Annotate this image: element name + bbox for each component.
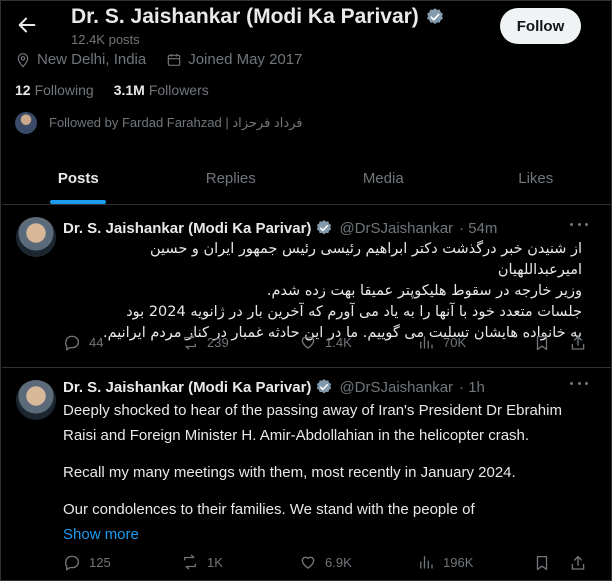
tweet-paragraph: Our condolences to their families. We st… bbox=[63, 501, 475, 518]
repost-count: 239 bbox=[207, 334, 229, 350]
follower-avatar bbox=[15, 112, 37, 134]
views-count: 196K bbox=[443, 554, 474, 570]
author-handle[interactable]: @DrSJaishankar bbox=[339, 379, 453, 396]
tweet-text: Deeply shocked to hear of the passing aw… bbox=[63, 398, 583, 547]
like-count: 6.9K bbox=[325, 554, 352, 570]
tab-likes[interactable]: Likes bbox=[460, 153, 612, 204]
profile-tabs: Posts Replies Media Likes bbox=[2, 153, 612, 205]
profile-header-title: Dr. S. Jaishankar (Modi Ka Parivar) bbox=[71, 5, 445, 29]
tweet-time[interactable]: · 1h bbox=[459, 379, 485, 396]
verified-badge-icon bbox=[317, 220, 332, 235]
tab-label: Media bbox=[362, 170, 404, 187]
verified-badge-icon bbox=[317, 379, 332, 394]
reply-icon bbox=[65, 335, 80, 351]
joined-item: Joined May 2017 bbox=[166, 51, 302, 68]
heart-icon bbox=[301, 336, 315, 349]
reply-count: 125 bbox=[89, 554, 111, 570]
followed-by-text: Followed by Fardad Farahzad | فرداد فرحز… bbox=[49, 115, 303, 130]
calendar-icon bbox=[167, 53, 181, 66]
following-label: Following bbox=[34, 82, 94, 98]
back-button[interactable] bbox=[13, 11, 41, 39]
more-options-icon[interactable] bbox=[570, 223, 588, 229]
tab-label: Posts bbox=[57, 170, 99, 187]
bookmark-icon[interactable] bbox=[533, 334, 551, 352]
tweet-paragraph: Deeply shocked to hear of the passing aw… bbox=[63, 402, 562, 444]
views-button[interactable]: 196K bbox=[417, 553, 535, 571]
views-chart-icon bbox=[420, 336, 433, 349]
tab-label: Replies bbox=[205, 170, 256, 187]
views-chart-icon bbox=[420, 556, 433, 569]
profile-name: Dr. S. Jaishankar (Modi Ka Parivar) bbox=[71, 5, 419, 28]
follow-button[interactable]: Follow bbox=[500, 8, 581, 44]
reply-button[interactable]: 44 bbox=[63, 333, 181, 351]
reply-icon bbox=[65, 555, 80, 571]
tweet[interactable]: Dr. S. Jaishankar (Modi Ka Parivar) @DrS… bbox=[2, 205, 612, 368]
tweet-line: وزیر خارجه در سقوط هلیکوپتر عمیقا بهت زد… bbox=[266, 283, 582, 299]
views-count: 70K bbox=[443, 334, 467, 350]
like-count: 1.4K bbox=[325, 334, 352, 350]
tweet-header: Dr. S. Jaishankar (Modi Ka Parivar) @DrS… bbox=[63, 219, 497, 237]
avatar[interactable] bbox=[16, 380, 56, 420]
repost-icon bbox=[184, 334, 196, 350]
share-icon[interactable] bbox=[569, 334, 587, 352]
tweet-line: از شنیدن خبر درگذشت دکتر ابراهیم رئیسی ر… bbox=[149, 241, 582, 278]
profile-meta: New Delhi, India Joined May 2017 bbox=[15, 51, 322, 68]
tweet-extra-actions bbox=[533, 334, 587, 352]
following-link[interactable]: 12 Following bbox=[15, 82, 94, 98]
share-icon[interactable] bbox=[569, 554, 587, 572]
repost-icon bbox=[184, 554, 196, 570]
reply-count: 44 bbox=[89, 334, 104, 350]
tweet-paragraph: Recall my many meetings with them, most … bbox=[63, 464, 516, 481]
tab-label: Likes bbox=[518, 170, 554, 187]
repost-count: 1K bbox=[207, 554, 223, 570]
tweet-actions: 44 239 1.4K 70K bbox=[63, 333, 535, 351]
arrow-left-icon bbox=[18, 17, 36, 33]
heart-icon bbox=[301, 556, 315, 569]
active-tab-indicator bbox=[50, 200, 107, 204]
author-handle[interactable]: @DrSJaishankar bbox=[339, 220, 453, 237]
joined-text: Joined May 2017 bbox=[188, 51, 303, 68]
followers-label: Followers bbox=[148, 82, 209, 98]
tweet[interactable]: Dr. S. Jaishankar (Modi Ka Parivar) @DrS… bbox=[2, 368, 612, 581]
tweet-extra-actions bbox=[533, 554, 587, 572]
tab-media[interactable]: Media bbox=[307, 153, 460, 204]
repost-button[interactable]: 1K bbox=[181, 553, 299, 571]
tab-posts[interactable]: Posts bbox=[2, 153, 155, 204]
bookmark-icon[interactable] bbox=[533, 554, 551, 572]
avatar[interactable] bbox=[16, 217, 56, 257]
tweet-line: جلسات متعدد خود با آنها را به یاد می آور… bbox=[126, 304, 582, 320]
verified-badge-icon bbox=[426, 8, 443, 25]
tweet-header: Dr. S. Jaishankar (Modi Ka Parivar) @DrS… bbox=[63, 378, 485, 396]
posts-count: 12.4K posts bbox=[71, 32, 140, 47]
author-name[interactable]: Dr. S. Jaishankar (Modi Ka Parivar) bbox=[63, 220, 311, 237]
views-button[interactable]: 70K bbox=[417, 333, 535, 351]
author-name[interactable]: Dr. S. Jaishankar (Modi Ka Parivar) bbox=[63, 379, 311, 396]
location-item: New Delhi, India bbox=[15, 51, 146, 68]
followers-count: 3.1M bbox=[113, 82, 145, 98]
following-count: 12 bbox=[15, 82, 31, 98]
follow-stats: 12 Following 3.1M Followers bbox=[15, 82, 209, 98]
reply-button[interactable]: 125 bbox=[63, 553, 181, 571]
like-button[interactable]: 6.9K bbox=[299, 553, 417, 571]
more-options-icon[interactable] bbox=[570, 382, 588, 388]
tab-replies[interactable]: Replies bbox=[155, 153, 308, 204]
location-text: New Delhi, India bbox=[37, 51, 147, 68]
profile-page: Dr. S. Jaishankar (Modi Ka Parivar) 12.4… bbox=[0, 0, 612, 581]
tweet-time[interactable]: · 54m bbox=[459, 220, 497, 237]
repost-button[interactable]: 239 bbox=[181, 333, 299, 351]
location-pin-icon bbox=[17, 52, 29, 68]
followed-by-row[interactable]: Followed by Fardad Farahzad | فرداد فرحز… bbox=[15, 112, 303, 134]
like-button[interactable]: 1.4K bbox=[299, 333, 417, 351]
tweet-text: از شنیدن خبر درگذشت دکتر ابراهیم رئیسی ر… bbox=[62, 239, 582, 344]
show-more-link[interactable]: Show more bbox=[63, 522, 583, 547]
tweet-actions: 125 1K 6.9K 196K bbox=[63, 553, 535, 571]
followers-link[interactable]: 3.1M Followers bbox=[114, 82, 209, 98]
